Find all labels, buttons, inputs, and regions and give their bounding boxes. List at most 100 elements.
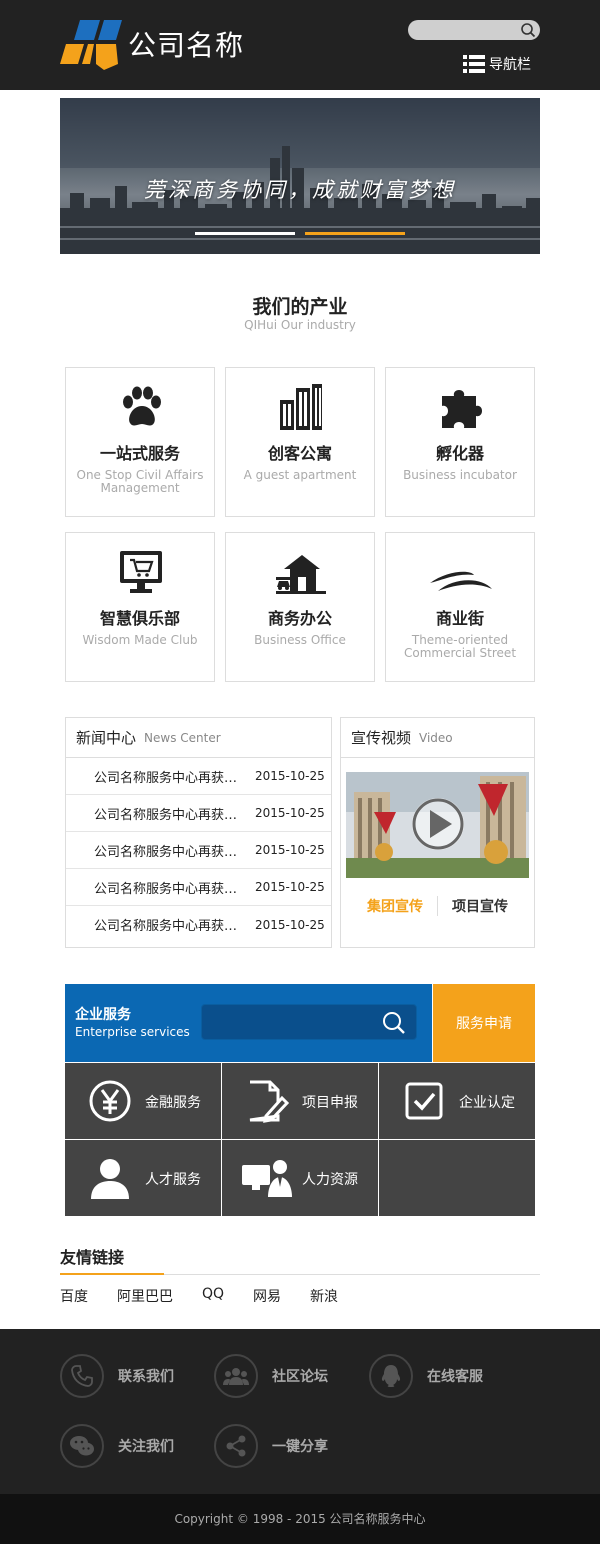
footer-online-service[interactable]: 在线客服	[369, 1354, 483, 1398]
footer-label: 关注我们	[118, 1439, 174, 1455]
friend-link[interactable]: 阿里巴巴	[117, 1286, 173, 1306]
card-subtitle: Business incubator	[403, 468, 517, 482]
footer-label: 在线客服	[427, 1369, 483, 1385]
news-title[interactable]: 公司名称服务中心再获殊荣	[94, 767, 246, 786]
card-title: 商业街	[435, 609, 484, 628]
news-date: 2015-10-25	[255, 880, 325, 894]
news-center-panel: 新闻中心 News Center 公司名称服务中心再获殊荣 2015-10-25…	[65, 717, 332, 948]
industry-card[interactable]: 孵化器 Business incubator	[385, 367, 535, 517]
news-panel-header: 新闻中心 News Center	[66, 718, 331, 758]
enterprise-services-bar: 企业服务 Enterprise services	[65, 984, 432, 1062]
industry-card[interactable]: 商业街 Theme-oriented Commercial Street	[385, 532, 535, 682]
list-menu-icon	[463, 55, 485, 73]
service-apply-button[interactable]: 服务申请	[433, 984, 535, 1062]
footer-contact-us[interactable]: 联系我们	[60, 1354, 174, 1398]
share-icon	[214, 1424, 258, 1468]
industry-card[interactable]: 智慧俱乐部 Wisdom Made Club	[65, 532, 215, 682]
card-subtitle: Wisdom Made Club	[82, 633, 198, 647]
hero-banner[interactable]: 莞深商务协同，成就财富梦想	[60, 98, 540, 254]
nav-menu-label: 导航栏	[489, 57, 531, 73]
industry-section-title: 我们的产业	[252, 296, 348, 318]
document-pen-icon	[249, 1080, 290, 1123]
nav-menu-button[interactable]: 导航栏	[463, 53, 531, 75]
search-icon[interactable]	[520, 22, 536, 38]
news-panel-title[interactable]: 新闻中心	[76, 727, 136, 748]
footer-community-forum[interactable]: 社区论坛	[214, 1354, 328, 1398]
footer: 联系我们 社区论坛 在线客服 关注我们 一键分享	[0, 1329, 600, 1494]
video-thumbnail[interactable]	[346, 772, 529, 878]
header: 公司名称 导航栏	[0, 0, 600, 90]
news-list-item[interactable]: 公司名称服务中心再获殊荣 2015-10-25	[66, 758, 331, 795]
video-panel-title[interactable]: 宣传视频	[351, 727, 411, 748]
video-panel-header: 宣传视频 Video	[341, 718, 534, 758]
card-title: 商务办公	[267, 609, 332, 628]
news-list-item[interactable]: 公司名称服务中心再获殊荣 2015-10-25	[66, 795, 331, 832]
industry-card[interactable]: 一站式服务 One Stop Civil Affairs Management	[65, 367, 215, 517]
news-panel-subtitle: News Center	[144, 730, 221, 745]
team-monitor-icon	[242, 1160, 292, 1197]
road-swoosh-icon	[430, 571, 492, 591]
service-tile[interactable]: 人力资源	[222, 1140, 378, 1216]
video-link-project-promo[interactable]: 项目宣传	[438, 896, 522, 916]
company-logo-icon[interactable]	[60, 18, 130, 70]
card-subtitle: Theme-oriented Commercial Street	[403, 633, 517, 660]
banner-slogan: 莞深商务协同，成就财富梦想	[144, 178, 456, 202]
paw-icon	[123, 386, 161, 426]
checkbox-icon	[405, 1082, 443, 1120]
friend-link[interactable]: QQ	[202, 1286, 224, 1306]
phone-icon	[60, 1354, 104, 1398]
card-title: 智慧俱乐部	[99, 609, 180, 628]
friend-links-list: 百度 阿里巴巴 QQ 网易 新浪	[60, 1286, 367, 1306]
service-tile[interactable]: 项目申报	[222, 1063, 378, 1139]
footer-one-click-share[interactable]: 一键分享	[214, 1424, 328, 1468]
search-icon[interactable]	[382, 1011, 406, 1035]
service-label: 人力资源	[302, 1172, 358, 1188]
video-link-group-promo[interactable]: 集团宣传	[353, 896, 438, 916]
card-subtitle: Business Office	[254, 633, 346, 647]
slide-indicator-1[interactable]	[195, 232, 295, 235]
building-icon	[280, 384, 322, 430]
news-list-item[interactable]: 公司名称服务中心再获殊荣 2015-10-25	[66, 832, 331, 869]
friend-link[interactable]: 百度	[60, 1286, 88, 1306]
friend-links-title: 友情链接	[60, 1248, 125, 1267]
news-date: 2015-10-25	[255, 917, 325, 932]
footer-label: 一键分享	[272, 1439, 328, 1455]
video-links: 集团宣传 项目宣传	[341, 896, 534, 916]
friend-link[interactable]: 新浪	[310, 1286, 338, 1306]
video-thumbnail-image	[346, 772, 529, 878]
enterprise-search-input[interactable]	[201, 1004, 417, 1040]
footer-follow-us[interactable]: 关注我们	[60, 1424, 174, 1468]
service-tile[interactable]: 金融服务	[65, 1063, 221, 1139]
monitor-cart-icon	[120, 551, 162, 593]
news-list-item[interactable]: 公司名称服务中心再获殊荣 2015-10-25	[66, 906, 331, 943]
industry-card[interactable]: 商务办公 Business Office	[225, 532, 375, 682]
puzzle-icon	[442, 390, 482, 428]
slide-indicator-2[interactable]	[305, 232, 405, 235]
news-date: 2015-10-25	[255, 769, 325, 783]
footer-label: 社区论坛	[272, 1369, 328, 1385]
service-tile[interactable]: 企业认定	[379, 1063, 535, 1139]
news-title[interactable]: 公司名称服务中心再获殊荣	[94, 841, 246, 860]
card-subtitle: One Stop Civil Affairs Management	[76, 468, 204, 495]
news-date: 2015-10-25	[255, 806, 325, 820]
service-label: 人才服务	[145, 1172, 201, 1188]
industry-section-subtitle: QIHui Our industry	[244, 318, 356, 332]
service-label: 项目申报	[302, 1095, 358, 1111]
industry-card[interactable]: 创客公寓 A guest apartment	[225, 367, 375, 517]
card-title: 孵化器	[435, 444, 484, 463]
friend-link[interactable]: 网易	[253, 1286, 281, 1306]
news-list-item[interactable]: 公司名称服务中心再获殊荣 2015-10-25	[66, 869, 331, 906]
news-title[interactable]: 公司名称服务中心再获殊荣	[94, 878, 246, 897]
footer-label: 联系我们	[118, 1369, 174, 1385]
wechat-icon	[60, 1424, 104, 1468]
service-tile-empty	[379, 1140, 535, 1216]
news-title[interactable]: 公司名称服务中心再获殊荣	[94, 915, 246, 934]
promo-video-panel: 宣传视频 Video 集团宣传 项目宣传	[340, 717, 535, 948]
friend-links-accent-bar	[60, 1273, 164, 1275]
copyright: Copyright © 1998 - 2015 公司名称服务中心	[0, 1494, 600, 1544]
company-name: 公司名称	[128, 29, 245, 62]
news-title[interactable]: 公司名称服务中心再获殊荣	[94, 804, 246, 823]
header-search-input[interactable]	[408, 20, 540, 40]
video-panel-subtitle: Video	[419, 730, 453, 745]
service-tile[interactable]: 人才服务	[65, 1140, 221, 1216]
